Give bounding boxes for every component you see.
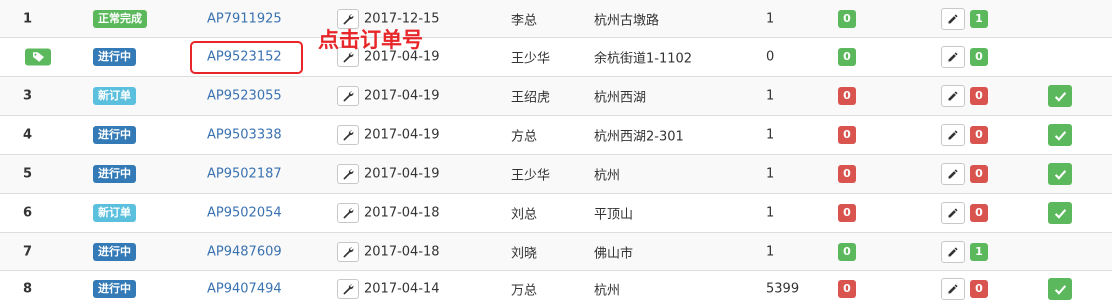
table-row: 8 进行中 AP9407494 2017-04-14 万总 杭州 5399 0 0 <box>0 270 1112 307</box>
order-date: 2017-04-18 <box>364 244 440 259</box>
highlight-box <box>190 41 303 74</box>
order-number-link[interactable]: AP9523055 <box>207 89 282 104</box>
wrench-icon[interactable] <box>337 125 359 145</box>
count-badge: 0 <box>970 165 988 183</box>
count-badge: 0 <box>838 242 856 261</box>
pencil-icon[interactable] <box>941 46 965 68</box>
count-badge: 0 <box>970 126 988 144</box>
customer-name: 方总 <box>511 129 538 145</box>
address: 佛山市 <box>594 246 634 261</box>
customer-name: 李总 <box>511 13 538 28</box>
quantity: 1 <box>766 88 775 104</box>
count-badge: 0 <box>970 87 988 105</box>
count-badge: 0 <box>838 9 856 28</box>
count-badge: 0 <box>970 48 988 66</box>
row-index: 6 <box>23 205 33 221</box>
order-date: 2017-04-19 <box>364 127 440 143</box>
quantity: 1 <box>766 166 775 182</box>
status-badge: 进行中 <box>93 242 136 261</box>
table-row: 3 新订单 AP9523055 2017-04-19 王绍虎 杭州西湖 1 0 0 <box>0 76 1112 115</box>
pencil-icon[interactable] <box>941 202 965 224</box>
status-badge: 进行中 <box>93 280 136 298</box>
count-badge: 0 <box>838 48 856 66</box>
count-badge: 1 <box>970 9 988 28</box>
customer-name: 刘晓 <box>511 246 538 261</box>
status-badge: 正常完成 <box>93 9 147 28</box>
count-badge: 0 <box>970 280 988 298</box>
quantity: 1 <box>766 11 775 26</box>
order-date: 2017-04-19 <box>364 166 440 182</box>
count-badge: 0 <box>838 165 856 183</box>
wrench-icon[interactable] <box>337 86 359 106</box>
tag-icon[interactable] <box>25 48 51 66</box>
count-badge: 1 <box>970 242 988 261</box>
count-badge: 0 <box>838 126 856 144</box>
wrench-icon[interactable] <box>337 203 359 223</box>
customer-name: 刘总 <box>511 207 538 223</box>
row-index: 3 <box>23 88 33 104</box>
check-icon[interactable] <box>1048 278 1072 300</box>
pencil-icon[interactable] <box>941 124 965 146</box>
pencil-icon[interactable] <box>941 85 965 107</box>
status-badge: 进行中 <box>93 126 136 144</box>
row-index: 8 <box>23 281 33 297</box>
quantity: 1 <box>766 205 775 221</box>
address: 杭州 <box>594 283 621 299</box>
count-badge: 0 <box>838 280 856 298</box>
quantity: 1 <box>766 127 775 143</box>
address: 杭州古墩路 <box>594 13 660 28</box>
count-badge: 0 <box>838 87 856 105</box>
check-icon[interactable] <box>1048 124 1072 146</box>
order-number-link[interactable]: AP7911925 <box>207 11 282 26</box>
pencil-icon[interactable] <box>941 240 965 263</box>
status-badge: 进行中 <box>93 165 136 183</box>
order-date: 2017-04-14 <box>364 281 440 297</box>
status-badge: 新订单 <box>93 204 136 222</box>
status-badge: 新订单 <box>93 87 136 105</box>
table-row: 1 正常完成 AP7911925 2017-12-15 李总 杭州古墩路 1 0 1 <box>0 0 1112 37</box>
customer-name: 王绍虎 <box>511 90 551 106</box>
quantity: 0 <box>766 49 775 65</box>
table-row: 7 进行中 AP9487609 2017-04-18 刘晓 佛山市 1 0 1 <box>0 232 1112 270</box>
wrench-icon[interactable] <box>337 164 359 184</box>
pencil-icon[interactable] <box>941 7 965 30</box>
address: 杭州西湖 <box>594 90 647 106</box>
check-icon[interactable] <box>1048 202 1072 224</box>
check-icon[interactable] <box>1048 163 1072 185</box>
order-number-link[interactable]: AP9502187 <box>207 167 282 182</box>
order-number-link[interactable]: AP9503338 <box>207 128 282 143</box>
table-row: 6 新订单 AP9502054 2017-04-18 刘总 平顶山 1 0 0 <box>0 193 1112 232</box>
count-badge: 0 <box>838 204 856 222</box>
count-badge: 0 <box>970 204 988 222</box>
address: 余杭街道1-1102 <box>594 51 693 67</box>
row-index: 7 <box>23 244 33 259</box>
customer-name: 王少华 <box>511 168 551 184</box>
row-index: 4 <box>23 127 33 143</box>
quantity: 5399 <box>766 281 800 297</box>
table-row: 5 进行中 AP9502187 2017-04-19 王少华 杭州 1 0 0 <box>0 154 1112 193</box>
order-date: 2017-04-18 <box>364 205 440 221</box>
check-icon[interactable] <box>1048 85 1072 107</box>
pencil-icon[interactable] <box>941 163 965 185</box>
wrench-icon[interactable] <box>337 279 359 299</box>
quantity: 1 <box>766 244 775 259</box>
row-index: 5 <box>23 166 33 182</box>
pencil-icon[interactable] <box>941 278 965 300</box>
table-row: 进行中 AP9523152 2017-04-19 王少华 余杭街道1-1102 0 0 0 <box>0 37 1112 76</box>
order-number-link[interactable]: AP9407494 <box>207 282 282 297</box>
wrench-icon[interactable] <box>337 241 359 262</box>
address: 平顶山 <box>594 207 634 223</box>
order-date: 2017-04-19 <box>364 88 440 104</box>
order-number-link[interactable]: AP9502054 <box>207 206 282 221</box>
customer-name: 万总 <box>511 283 538 299</box>
order-number-link[interactable]: AP9487609 <box>207 244 282 259</box>
status-badge: 进行中 <box>93 48 136 66</box>
address: 杭州 <box>594 168 621 184</box>
address: 杭州西湖2-301 <box>594 129 684 145</box>
annotation-label: 点击订单号 <box>318 28 423 52</box>
table-row: 4 进行中 AP9503338 2017-04-19 方总 杭州西湖2-301 1 0 0 <box>0 115 1112 154</box>
customer-name: 王少华 <box>511 51 551 67</box>
row-index: 1 <box>23 11 33 26</box>
